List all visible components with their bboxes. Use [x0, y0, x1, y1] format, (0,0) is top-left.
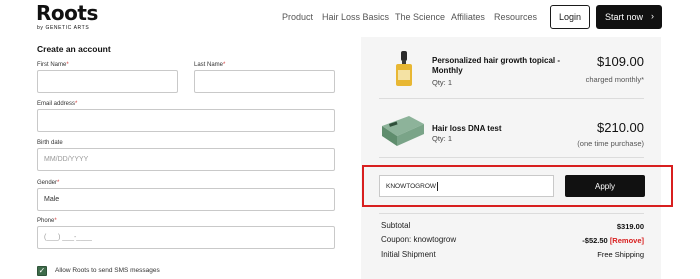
nav-link-hair-loss-basics[interactable]: Hair Loss Basics — [322, 12, 389, 22]
start-now-label: Start now — [605, 12, 644, 22]
required-mark: * — [57, 180, 60, 186]
phone-label: Phone* — [37, 218, 57, 224]
text-caret — [437, 181, 439, 191]
phone-placeholder: (___) ___-____ — [44, 234, 92, 241]
nav-link-product[interactable]: Product — [282, 12, 313, 22]
chevron-right-icon: › — [651, 11, 654, 21]
birth-date-label: Birth date — [37, 140, 63, 146]
first-name-field[interactable] — [37, 70, 178, 93]
item-2-name: Hair loss DNA test — [432, 124, 502, 133]
logo-wordmark: Roots — [36, 1, 98, 25]
dropper-bottle-icon — [381, 45, 428, 90]
checkmark-icon: ✓ — [38, 266, 46, 275]
item-1-price: $109.00 — [597, 54, 644, 69]
first-name-label: First Name* — [37, 62, 69, 68]
coupon-label: Coupon: knowtogrow — [381, 235, 457, 244]
item-1-name-line2: Monthly — [432, 66, 463, 75]
item-2-note: (one time purchase) — [577, 139, 644, 148]
nav-link-the-science[interactable]: The Science — [395, 12, 445, 22]
last-name-label-text: Last Name — [194, 62, 224, 68]
birth-date-field[interactable]: MM/DD/YYYY — [37, 148, 335, 171]
birth-date-placeholder: MM/DD/YYYY — [44, 156, 89, 163]
login-button[interactable]: Login — [550, 5, 590, 29]
logo-tagline: by GENETIC ARTS — [37, 25, 90, 31]
sms-consent-checkbox[interactable]: ✓ — [37, 266, 47, 276]
item-1-name: Personalized hair growth topical - Month… — [432, 56, 560, 76]
required-mark: * — [223, 62, 226, 68]
item-2-qty: Qty: 1 — [432, 134, 453, 143]
nav-link-affiliates[interactable]: Affiliates — [451, 12, 485, 22]
last-name-field[interactable] — [194, 70, 335, 93]
gender-label-text: Gender — [37, 180, 58, 186]
subtotal-label: Subtotal — [381, 221, 411, 230]
roots-logo[interactable]: Roots by GENETIC ARTS — [36, 2, 106, 34]
coupon-discount-value: -$52.50 — [582, 236, 608, 245]
shipping-label: Initial Shipment — [381, 250, 436, 259]
gender-label: Gender* — [37, 180, 59, 186]
phone-field[interactable]: (___) ___-____ — [37, 226, 335, 249]
item-1-qty: Qty: 1 — [432, 78, 453, 87]
nav-link-resources[interactable]: Resources — [494, 12, 537, 22]
divider — [379, 213, 644, 214]
gender-value: Male — [44, 196, 60, 203]
item-2-price: $210.00 — [597, 120, 644, 135]
form-title: Create an account — [37, 44, 111, 54]
required-mark: * — [66, 62, 69, 68]
first-name-label-text: First Name — [37, 62, 67, 68]
coupon-code-value: KNOWTOGROW — [386, 182, 437, 190]
item-1-name-line1: Personalized hair growth topical - — [432, 56, 561, 65]
shipping-value: Free Shipping — [597, 250, 644, 259]
dna-kit-box-icon — [379, 106, 427, 150]
item-1-note: charged monthly* — [585, 75, 644, 84]
required-mark: * — [54, 218, 57, 224]
required-mark: * — [75, 101, 78, 107]
site-header: Roots by GENETIC ARTS Product Hair Loss … — [0, 0, 700, 37]
email-label: Email address* — [37, 101, 77, 107]
sms-consent-label: Allow Roots to send SMS messages — [55, 267, 160, 274]
email-label-text: Email address — [37, 101, 76, 107]
email-field[interactable] — [37, 109, 335, 132]
coupon-discount: -$52.50 [Remove] — [582, 236, 644, 245]
apply-coupon-button[interactable]: Apply — [565, 175, 645, 197]
divider — [379, 98, 644, 99]
divider — [379, 157, 644, 158]
coupon-code-input[interactable]: KNOWTOGROW — [379, 175, 554, 197]
start-now-button[interactable]: Start now › — [596, 5, 662, 29]
gender-select[interactable]: Male — [37, 188, 335, 211]
phone-label-text: Phone — [37, 218, 55, 224]
remove-coupon-link[interactable]: [Remove] — [610, 236, 644, 245]
subtotal-value: $319.00 — [616, 222, 644, 231]
last-name-label: Last Name* — [194, 62, 225, 68]
